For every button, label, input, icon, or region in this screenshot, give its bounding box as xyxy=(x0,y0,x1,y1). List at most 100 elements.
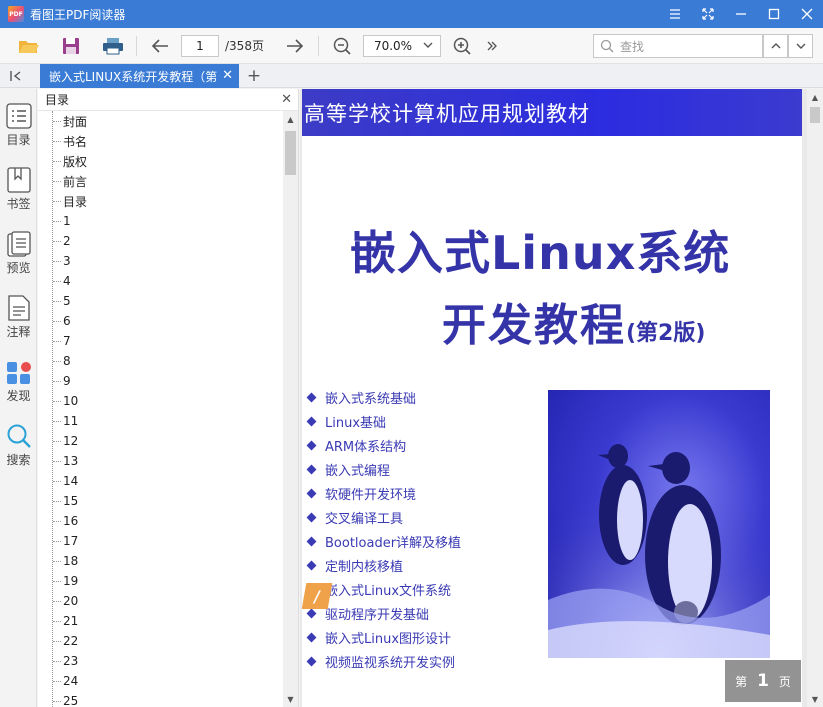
viewer-scrollbar[interactable]: ▲ ▼ xyxy=(807,89,823,707)
toc-item[interactable]: 5 xyxy=(38,291,283,311)
cover-topic-text: 嵌入式Linux文件系统 xyxy=(325,583,452,599)
toc-item[interactable]: 23 xyxy=(38,651,283,671)
toc-item[interactable]: 封面 xyxy=(38,111,283,131)
topic-list: 嵌入式系统基础 Linux基础 ARM体系结构 嵌入式编程 软硬件开发环境 交叉编译工具 B… xyxy=(306,385,461,673)
zoom-out-icon[interactable] xyxy=(327,31,357,61)
toc-item[interactable]: 7 xyxy=(38,331,283,351)
toc-item[interactable]: 书名 xyxy=(38,131,283,151)
menu-icon[interactable] xyxy=(658,0,691,28)
chevron-down-icon xyxy=(796,43,805,49)
diamond-bullet-icon xyxy=(306,560,317,570)
open-folder-icon[interactable] xyxy=(14,31,44,61)
cover-topic-item: 嵌入式编程 xyxy=(306,457,461,481)
toc-item[interactable]: 版权 xyxy=(38,151,283,171)
zoom-select[interactable]: 70.0% xyxy=(362,34,441,57)
toc-item[interactable]: 18 xyxy=(38,551,283,571)
close-icon[interactable]: ✕ xyxy=(281,92,292,107)
toc-header: 目录 ✕ xyxy=(38,89,298,111)
pdf-page: 高等学校计算机应用规划教材 嵌入式Linux系统 开发教程(第2版) 嵌入式系统… xyxy=(302,89,802,707)
save-icon[interactable] xyxy=(56,31,86,61)
tab-close-icon[interactable]: ✕ xyxy=(222,68,233,83)
toc-item[interactable]: 10 xyxy=(38,391,283,411)
title-bar: PDF 看图王PDF阅读器 xyxy=(0,0,823,28)
rail-item-toc[interactable]: 目录 xyxy=(0,103,37,161)
toc-item[interactable]: 1 xyxy=(38,211,283,231)
toc-item[interactable]: 17 xyxy=(38,531,283,551)
scroll-up-icon[interactable]: ▲ xyxy=(283,111,298,127)
annotation-icon xyxy=(7,295,30,321)
cover-topic-text: 嵌入式Linux图形设计 xyxy=(325,631,452,647)
search-prev-button[interactable] xyxy=(763,34,788,58)
rail-item-bookmark[interactable]: 书签 xyxy=(0,167,37,225)
watermark-logo: / xyxy=(302,583,333,609)
rail-item-search[interactable]: 搜索 xyxy=(0,423,37,481)
toc-item[interactable]: 19 xyxy=(38,571,283,591)
toc-item[interactable]: 24 xyxy=(38,671,283,691)
rail-label: 发现 xyxy=(6,389,31,403)
tab-document[interactable]: 嵌入式LINUX系统开发教程（第 ✕ xyxy=(40,64,239,88)
toc-item[interactable]: 12 xyxy=(38,431,283,451)
rail-item-preview[interactable]: 预览 xyxy=(0,231,37,289)
minimize-icon[interactable] xyxy=(724,0,757,28)
page-indicator-badge: 第 1 页 xyxy=(725,660,801,702)
penguin-cover-image xyxy=(548,390,770,658)
toc-item[interactable]: 11 xyxy=(38,411,283,431)
cover-topic-item: ARM体系结构 xyxy=(306,433,461,457)
rail-item-annotation[interactable]: 注释 xyxy=(0,295,37,353)
more-double-chevron-icon[interactable] xyxy=(477,31,507,61)
toc-list: 封面 书名 版权 前言 目录 1 2 3 4 5 6 7 8 9 10 11 12 13 14 15 16 17 18 19 2… xyxy=(38,111,283,707)
rail-item-discover[interactable]: 发现 xyxy=(0,359,37,417)
maximize-icon[interactable] xyxy=(757,0,790,28)
toc-scrollbar[interactable]: ▲ ▼ xyxy=(283,111,298,707)
toc-item[interactable]: 目录 xyxy=(38,191,283,211)
search-icon xyxy=(7,424,31,448)
toc-item[interactable]: 6 xyxy=(38,311,283,331)
toc-item[interactable]: 20 xyxy=(38,591,283,611)
scroll-thumb[interactable] xyxy=(285,131,296,175)
diamond-bullet-icon xyxy=(306,416,317,426)
cover-topic-text: 视频监视系统开发实例 xyxy=(325,655,456,671)
preview-icon xyxy=(6,231,31,257)
chevron-down-icon xyxy=(422,39,434,54)
search-icon xyxy=(600,39,614,53)
cover-topic-text: 软硬件开发环境 xyxy=(325,487,417,503)
toc-item[interactable]: 2 xyxy=(38,231,283,251)
prev-page-arrow-icon[interactable] xyxy=(145,31,175,61)
cover-topic-text: ARM体系结构 xyxy=(325,439,407,455)
search-input[interactable]: 查找 xyxy=(593,34,763,58)
page-number-input[interactable]: 1 xyxy=(181,34,219,57)
toc-item[interactable]: 14 xyxy=(38,471,283,491)
scroll-down-icon[interactable]: ▼ xyxy=(283,691,298,707)
window-controls xyxy=(658,0,823,28)
toc-item[interactable]: 21 xyxy=(38,611,283,631)
print-icon[interactable] xyxy=(98,31,128,61)
cover-topic-text: Linux基础 xyxy=(325,415,387,431)
scroll-thumb[interactable] xyxy=(810,107,820,123)
toc-item[interactable]: 8 xyxy=(38,351,283,371)
cover-topic-item: Linux基础 xyxy=(306,409,461,433)
toc-item[interactable]: 前言 xyxy=(38,171,283,191)
collapse-sidebar-icon[interactable] xyxy=(6,67,28,85)
next-page-arrow-icon[interactable] xyxy=(280,31,310,61)
rail-label: 预览 xyxy=(6,261,31,275)
close-icon[interactable] xyxy=(790,0,823,28)
toc-item[interactable]: 13 xyxy=(38,451,283,471)
new-tab-button[interactable]: + xyxy=(245,66,263,86)
toc-item[interactable]: 16 xyxy=(38,511,283,531)
diamond-bullet-icon xyxy=(306,440,317,450)
diamond-bullet-icon xyxy=(306,608,317,618)
toolbar-divider xyxy=(136,35,137,56)
scroll-up-icon[interactable]: ▲ xyxy=(807,89,823,105)
zoom-in-icon[interactable] xyxy=(447,31,477,61)
cover-topic-item: 嵌入式系统基础 xyxy=(306,385,461,409)
toc-item[interactable]: 25 xyxy=(38,691,283,707)
book-title-main: 开发教程 xyxy=(442,300,626,351)
toc-item[interactable]: 4 xyxy=(38,271,283,291)
fullscreen-icon[interactable] xyxy=(691,0,724,28)
toc-item[interactable]: 22 xyxy=(38,631,283,651)
toc-item[interactable]: 9 xyxy=(38,371,283,391)
search-next-button[interactable] xyxy=(788,34,813,58)
toc-item[interactable]: 3 xyxy=(38,251,283,271)
toc-item[interactable]: 15 xyxy=(38,491,283,511)
scroll-down-icon[interactable]: ▼ xyxy=(807,691,823,707)
